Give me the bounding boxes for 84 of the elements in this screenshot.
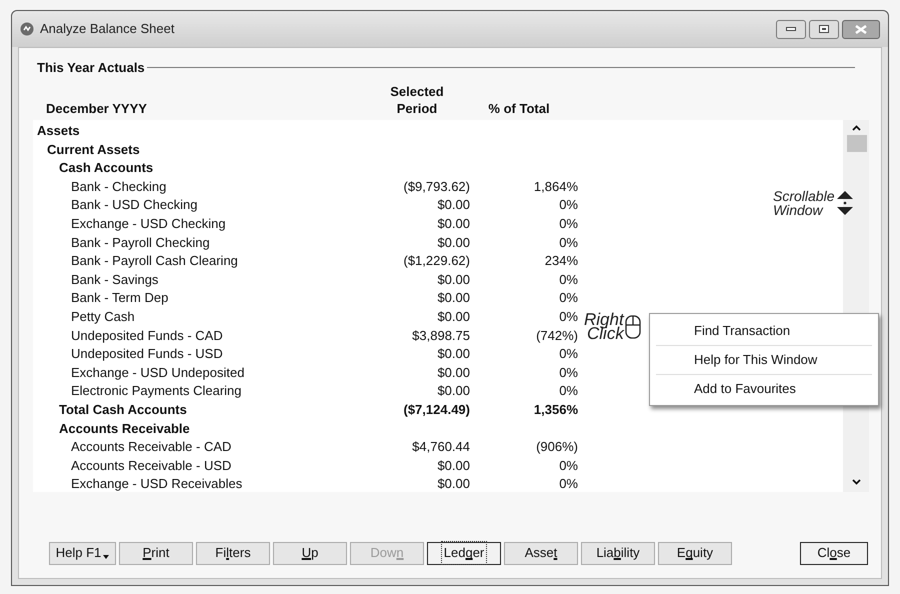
account-name: Undeposited Funds - USD (71, 346, 223, 362)
account-name: Bank - Checking (71, 178, 166, 194)
percent-cell: 0% (559, 216, 578, 232)
toolbar-button[interactable]: Ledger (427, 542, 501, 564)
account-name: Exchange - USD Receivables (71, 476, 242, 492)
account-name: Electronic Payments Clearing (71, 383, 242, 398)
percent-cell: 0% (559, 458, 578, 473)
amount-cell: $0.00 (437, 383, 470, 398)
percent-cell: 0% (559, 364, 578, 380)
amount-cell: $0.00 (437, 308, 470, 324)
account-name: Bank - Payroll Checking (71, 234, 210, 250)
menu-item[interactable]: Find Transaction (656, 316, 872, 345)
percent-cell: 0% (559, 346, 578, 362)
toolbar-button[interactable]: Print (119, 542, 193, 564)
percent-cell: 1,356% (534, 402, 578, 417)
maximize-button[interactable] (809, 20, 839, 38)
toolbar-button[interactable]: Up (273, 542, 347, 564)
scroll-thumb[interactable] (847, 134, 867, 152)
mouse-icon (624, 315, 641, 339)
account-name: Accounts Receivable - CAD (71, 439, 232, 454)
column-header: % of Total (487, 100, 551, 116)
percent-cell: (906%) (536, 439, 578, 454)
amount-cell: ($9,793.62) (404, 178, 470, 194)
caret-icon (103, 555, 110, 559)
scroll-up-icon[interactable] (852, 124, 861, 130)
section-heading: Cash Accounts (59, 160, 154, 176)
account-name: Bank - Term Dep (71, 290, 168, 306)
app-icon (20, 22, 34, 36)
amount-cell: $0.00 (437, 272, 470, 287)
account-name: Accounts Receivable - USD (71, 458, 232, 473)
account-name: Bank - Payroll Cash Clearing (71, 253, 238, 268)
scrollable-window-note: Scrollable Window (773, 189, 834, 217)
toolbar-button[interactable]: Equity (658, 542, 732, 564)
account-name: Exchange - USD Checking (71, 216, 226, 232)
amount-cell: $0.00 (437, 197, 470, 212)
account-name: Bank - USD Checking (71, 197, 198, 212)
section-heading: Accounts Receivable (59, 420, 190, 436)
percent-cell: 0% (559, 476, 578, 492)
section-heading: Assets (37, 123, 80, 138)
percent-cell: (742%) (536, 328, 578, 343)
window-title: Analyze Balance Sheet (40, 20, 174, 38)
minimize-button[interactable] (776, 20, 806, 38)
amount-cell: $3,898.75 (412, 328, 470, 343)
percent-cell: 1,864% (534, 178, 578, 194)
toolbar-button[interactable]: Filters (196, 542, 270, 564)
amount-cell: $4,760.44 (412, 439, 470, 454)
minimize-icon (786, 27, 796, 31)
amount-cell: $0.00 (437, 234, 470, 250)
percent-cell: 0% (559, 272, 578, 287)
scroll-down-icon[interactable] (852, 478, 861, 484)
amount-cell: $0.00 (437, 364, 470, 380)
amount-cell: $0.00 (437, 476, 470, 492)
percent-cell: 0% (559, 308, 578, 324)
amount-cell: ($1,229.62) (404, 253, 470, 268)
percent-cell: 0% (559, 383, 578, 398)
close-button[interactable] (842, 20, 880, 38)
account-name: Petty Cash (71, 308, 135, 324)
help-dropdown-button[interactable]: Help F1 (49, 542, 116, 564)
group-label: This Year Actuals (37, 59, 146, 77)
section-heading: Current Assets (47, 142, 140, 157)
total-label: Total Cash Accounts (59, 402, 187, 417)
toolbar-button[interactable]: Asset (504, 542, 578, 564)
account-name: Undeposited Funds - CAD (71, 328, 223, 343)
amount-cell: $0.00 (437, 346, 470, 362)
amount-cell: $0.00 (437, 216, 470, 232)
amount-cell: ($7,124.49) (404, 402, 470, 417)
maximize-icon (819, 25, 829, 33)
column-header: December YYYY (45, 100, 148, 116)
account-name: Exchange - USD Undeposited (71, 364, 244, 380)
amount-cell: $0.00 (437, 458, 470, 473)
right-click-note: Right Click (584, 311, 624, 341)
menu-item[interactable]: Add to Favourites (656, 374, 872, 403)
column-header: Selected Period (389, 82, 445, 116)
toolbar-button[interactable]: Liability (581, 542, 655, 564)
close-icon (855, 24, 867, 34)
percent-cell: 0% (559, 197, 578, 212)
toolbar-button[interactable]: Close (800, 542, 868, 564)
percent-cell: 0% (559, 290, 578, 306)
up-down-arrows-icon (836, 189, 854, 217)
menu-item[interactable]: Help for This Window (656, 345, 872, 374)
amount-cell: $0.00 (437, 290, 470, 306)
percent-cell: 0% (559, 234, 578, 250)
percent-cell: 234% (544, 253, 578, 268)
account-name: Bank - Savings (71, 272, 158, 287)
